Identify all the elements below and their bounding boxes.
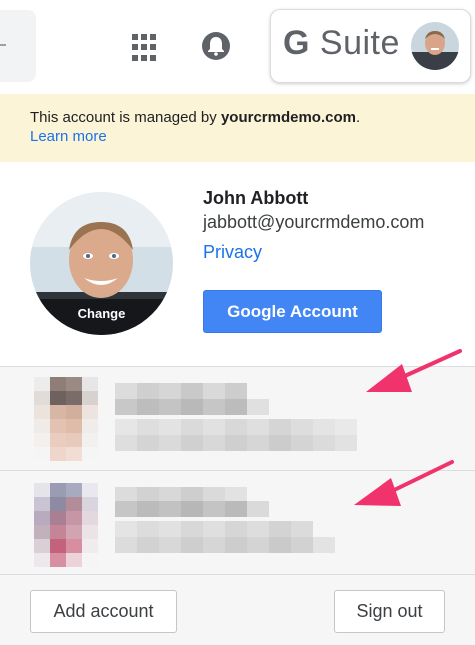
managed-message: This account is managed by yourcrmdemo.c… [30, 109, 361, 126]
blurred-avatar [34, 377, 98, 461]
gsuite-account-button[interactable]: G Suite [270, 9, 471, 83]
managed-account-banner: This account is managed by yourcrmdemo.c… [0, 94, 475, 162]
google-account-button[interactable]: Google Account [203, 290, 382, 333]
gsuite-logo: G Suite [283, 24, 400, 62]
profile-photo[interactable]: Change [30, 192, 173, 335]
user-name: John Abbott [203, 188, 309, 208]
learn-more-link[interactable]: Learn more [30, 128, 107, 145]
account-menu-footer: Add account Sign out [0, 575, 475, 645]
sign-out-button[interactable]: Sign out [334, 590, 445, 633]
change-photo-label[interactable]: Change [30, 299, 173, 335]
managed-domain: yourcrmdemo.com [220, 109, 356, 126]
blurred-avatar [34, 483, 98, 567]
profile-section: Change John Abbott jabbott@yourcrmdemo.c… [0, 162, 475, 367]
apps-grid-icon[interactable] [128, 32, 160, 64]
top-bar: G Suite [0, 0, 475, 94]
search-bar-edge[interactable] [0, 10, 36, 82]
bell-icon[interactable] [198, 28, 234, 64]
user-email: jabbott@yourcrmdemo.com [203, 212, 425, 232]
blurred-account-text [115, 487, 365, 559]
account-avatar-small [411, 22, 459, 70]
other-account-row[interactable] [0, 471, 475, 575]
add-account-button[interactable]: Add account [30, 590, 177, 633]
blurred-account-text [115, 383, 365, 455]
chevron-icon [0, 44, 6, 46]
other-account-row[interactable] [0, 367, 475, 471]
privacy-link[interactable]: Privacy [203, 242, 262, 263]
